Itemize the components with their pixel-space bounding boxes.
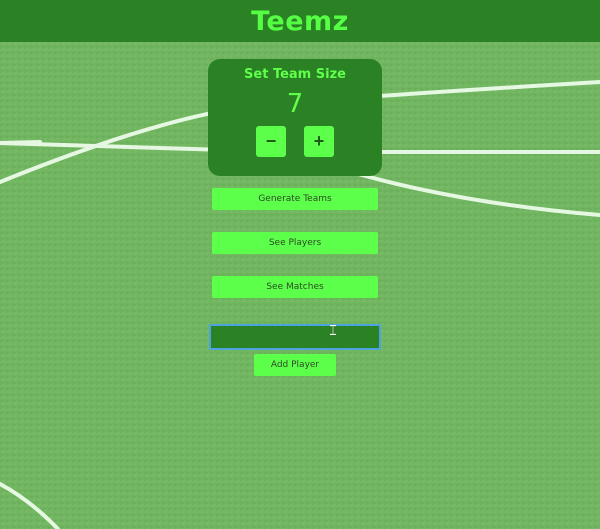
see-players-button[interactable]: See Players — [212, 232, 378, 254]
add-player-button[interactable]: Add Player — [254, 354, 336, 376]
see-matches-button[interactable]: See Matches — [212, 276, 378, 298]
app-title: Teemz — [251, 5, 349, 37]
player-name-input[interactable] — [209, 324, 381, 350]
team-size-panel: Set Team Size 7 − + — [208, 59, 382, 176]
app-header: Teemz — [0, 0, 600, 42]
team-size-value: 7 — [286, 89, 304, 119]
generate-teams-button[interactable]: Generate Teams — [212, 188, 378, 210]
decrease-team-size-button[interactable]: − — [256, 126, 286, 157]
increase-team-size-button[interactable]: + — [304, 126, 334, 157]
app-screen: Teemz Set Team Size 7 − + Generate Teams… — [0, 0, 600, 529]
team-size-title: Set Team Size — [244, 67, 346, 82]
text-cursor-icon — [330, 325, 336, 335]
